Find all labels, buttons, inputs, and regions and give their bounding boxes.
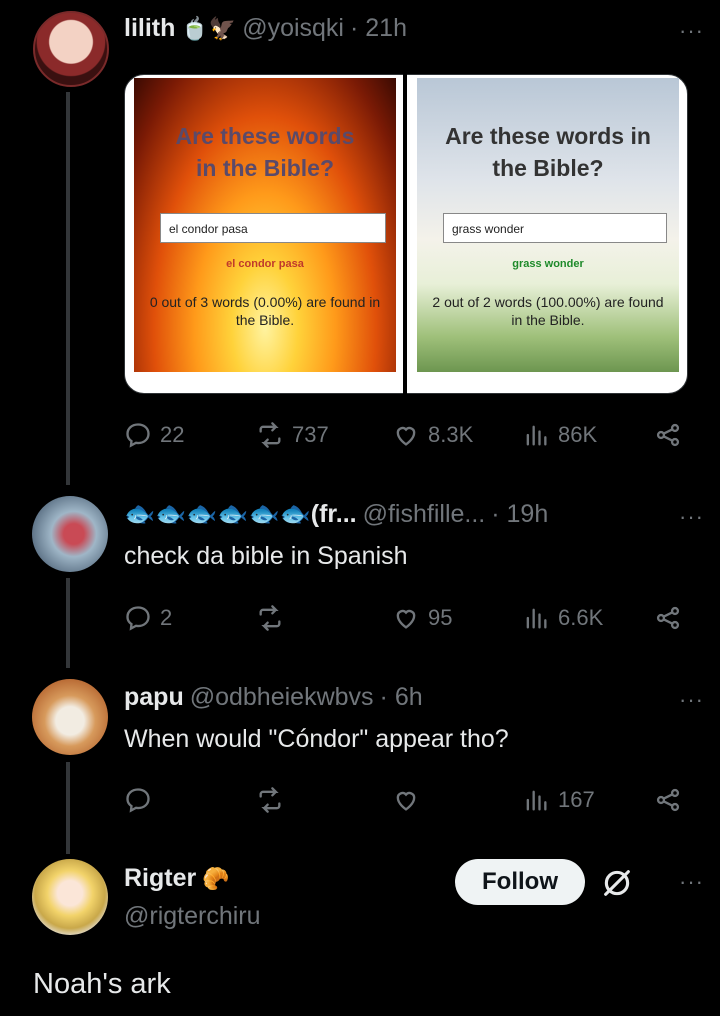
share-icon: [656, 423, 680, 447]
views-icon: [526, 608, 547, 629]
reply-icon: [126, 788, 150, 813]
repost-button[interactable]: 737: [256, 421, 329, 449]
display-name[interactable]: papu: [124, 683, 184, 712]
views-button[interactable]: 86K: [522, 421, 597, 449]
panel-echo: el condor pasa: [226, 258, 304, 270]
share-button[interactable]: [654, 421, 682, 449]
avatar[interactable]: [32, 679, 108, 755]
timestamp[interactable]: · 19h: [491, 500, 548, 529]
more-icon[interactable]: ···: [679, 504, 704, 530]
like-icon: [396, 791, 416, 811]
grok-icon[interactable]: [600, 866, 634, 900]
panel-title: Are these words in the Bible?: [175, 123, 355, 181]
more-icon[interactable]: ···: [679, 18, 704, 44]
tweet-header: 🐟🐟🐟🐟🐟🐟(fr... @fishfille... · 19h: [124, 500, 548, 529]
follow-button[interactable]: Follow: [455, 859, 585, 905]
share-button[interactable]: [654, 604, 682, 632]
user-handle[interactable]: @rigterchiru: [124, 902, 261, 931]
like-icon: [396, 609, 416, 629]
reply-button[interactable]: 2: [124, 604, 172, 632]
avatar[interactable]: [32, 496, 108, 572]
name-emoji: 🍵🦅: [181, 15, 237, 41]
thread-line: [66, 762, 70, 854]
display-name[interactable]: Rigter: [124, 864, 196, 893]
user-handle[interactable]: @yoisqki: [242, 14, 344, 43]
share-icon: [656, 788, 680, 812]
search-input[interactable]: el condor pasa: [160, 213, 386, 243]
tweet-header: papu @odbheiekwbvs · 6h: [124, 683, 423, 712]
like-button[interactable]: 95: [392, 604, 452, 632]
share-icon: [656, 606, 680, 630]
tweet-text: check da bible in Spanish: [124, 542, 408, 570]
name-emoji: 🥐: [202, 865, 230, 891]
tweet-text: Noah's ark: [33, 968, 171, 1000]
display-name[interactable]: 🐟🐟🐟🐟🐟🐟(fr...: [124, 500, 357, 529]
media-left-panel[interactable]: Are these words in the Bible? el condor …: [134, 78, 396, 372]
avatar[interactable]: [32, 859, 108, 935]
search-input[interactable]: grass wonder: [443, 213, 667, 243]
media-right-panel[interactable]: Are these words in the Bible? grass wond…: [417, 78, 679, 372]
repost-count: 737: [292, 422, 329, 447]
repost-button[interactable]: [256, 786, 284, 814]
tweet-header: lilith 🍵🦅 @yoisqki · 21h: [124, 14, 407, 43]
avatar[interactable]: [33, 11, 109, 87]
panel-title: Are these words in the Bible?: [445, 123, 651, 181]
display-name[interactable]: lilith: [124, 14, 175, 43]
repost-button[interactable]: [256, 604, 284, 632]
timestamp[interactable]: · 21h: [350, 14, 407, 43]
like-count: 95: [428, 605, 453, 630]
reply-button[interactable]: [124, 786, 152, 814]
like-button[interactable]: 8.3K: [392, 421, 473, 449]
media-divider: [403, 74, 407, 394]
like-icon: [396, 426, 416, 446]
repost-icon: [259, 422, 281, 448]
views-count: 6.6K: [558, 605, 604, 630]
thread-line: [66, 578, 70, 668]
views-button[interactable]: 167: [522, 786, 595, 814]
repost-icon: [259, 787, 281, 813]
tweet-text: When would "Cóndor" appear tho?: [124, 725, 509, 753]
reply-count: 22: [160, 422, 185, 447]
repost-icon: [259, 605, 281, 631]
more-icon[interactable]: ···: [679, 869, 704, 895]
reply-icon: [126, 606, 150, 631]
share-button[interactable]: [654, 786, 682, 814]
views-count: 167: [558, 787, 595, 812]
panel-echo: grass wonder: [512, 258, 584, 270]
user-handle[interactable]: @fishfille...: [363, 500, 486, 529]
user-handle[interactable]: @odbheiekwbvs: [190, 683, 374, 712]
reply-icon: [126, 423, 150, 448]
views-count: 86K: [558, 422, 598, 447]
panel-result: 0 out of 3 words (0.00%) are found in th…: [149, 294, 381, 328]
tweet-header: Rigter 🥐: [124, 864, 230, 893]
panel-result: 2 out of 2 words (100.00%) are found in …: [432, 294, 664, 328]
views-button[interactable]: 6.6K: [522, 604, 603, 632]
like-button[interactable]: [392, 786, 420, 814]
reply-count: 2: [160, 605, 173, 630]
timestamp[interactable]: · 6h: [380, 683, 423, 712]
views-icon: [526, 425, 547, 446]
reply-button[interactable]: 22: [124, 421, 184, 449]
like-count: 8.3K: [428, 422, 474, 447]
more-icon[interactable]: ···: [679, 687, 704, 713]
views-icon: [526, 790, 547, 811]
thread-line: [66, 92, 70, 485]
